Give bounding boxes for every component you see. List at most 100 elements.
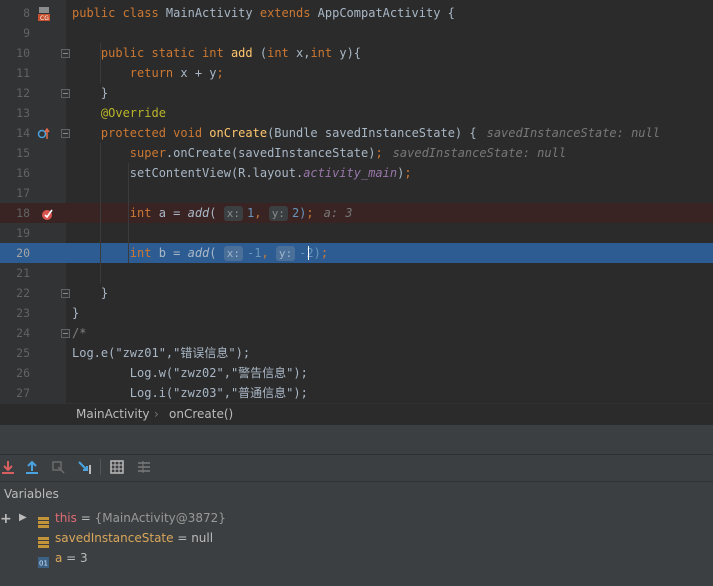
code-token: }: [72, 286, 109, 300]
fold-marker-icon[interactable]: [61, 89, 70, 98]
code-line[interactable]: 27 Log.i("zwz03","普通信息");: [0, 383, 713, 403]
param-hint: x:: [223, 246, 243, 261]
variable-eq: =: [173, 531, 192, 545]
code-token: ;: [404, 166, 412, 180]
variables-header: Variables: [0, 481, 713, 509]
code-token: super: [72, 146, 166, 160]
code-token: }: [72, 306, 80, 320]
code-text: Log.w("zwz02","警告信息");: [72, 363, 308, 383]
line-number: 19: [16, 226, 30, 240]
code-line[interactable]: 12 }: [0, 83, 713, 103]
code-token: Log.w("zwz02","警告信息");: [72, 366, 308, 380]
fold-marker-icon[interactable]: [61, 49, 70, 58]
indent-guide: [100, 143, 101, 283]
line-number: 14: [16, 126, 30, 140]
code-line[interactable]: 20 int b = add( x: -1, y: -2);: [0, 243, 713, 263]
code-text: return x + y;: [72, 63, 224, 83]
step-out-icon[interactable]: [24, 459, 40, 475]
variable-row-a[interactable]: 01 a = 3: [0, 548, 713, 568]
code-line[interactable]: 26 Log.w("zwz02","警告信息");: [0, 363, 713, 383]
trace-icon[interactable]: [136, 459, 152, 475]
fold-marker-icon[interactable]: [61, 329, 70, 338]
breadcrumb-method[interactable]: onCreate(): [169, 407, 233, 421]
code-token: Log.e("zwz01","错误信息");: [72, 346, 251, 360]
code-text: setContentView(R.layout.activity_main);: [72, 163, 412, 183]
variable-row-this[interactable]: ▶ this = {MainActivity@3872}: [0, 508, 713, 528]
code-text: protected void onCreate(Bundle savedInst…: [72, 123, 660, 143]
code-line[interactable]: 25 Log.e("zwz01","错误信息");: [0, 343, 713, 363]
toolbar-separator: [100, 459, 101, 475]
code-token: b =: [158, 246, 188, 260]
line-number: 27: [16, 386, 30, 400]
code-line[interactable]: 9: [0, 23, 713, 43]
code-text: }: [72, 83, 108, 103]
code-token: x,: [296, 46, 311, 60]
line-number: 24: [16, 326, 30, 340]
line-number: 23: [16, 306, 30, 320]
code-text: int a = add( x: 1, y: 2); a: 3: [72, 203, 353, 223]
class-icon[interactable]: CG: [37, 6, 51, 22]
line-number: 17: [16, 186, 30, 200]
code-line[interactable]: 21: [0, 263, 713, 283]
breadcrumb-class[interactable]: MainActivity: [76, 407, 150, 421]
code-token: int: [72, 246, 159, 260]
run-to-cursor-icon[interactable]: [77, 459, 93, 475]
line-number: 20: [16, 246, 30, 260]
code-line[interactable]: 14 protected void onCreate(Bundle savedI…: [0, 123, 713, 143]
line-number: 15: [16, 146, 30, 160]
line-number: 22: [16, 286, 30, 300]
expand-arrow-icon[interactable]: ▶: [19, 508, 27, 528]
code-token: (: [259, 46, 268, 60]
svg-text:01: 01: [39, 560, 48, 568]
variable-eq: =: [76, 511, 95, 525]
line-number: 16: [16, 166, 30, 180]
code-token: ;: [216, 66, 224, 80]
code-token: Log.i("zwz03","普通信息");: [72, 386, 308, 400]
fold-marker-icon[interactable]: [61, 289, 70, 298]
code-token: x + y: [180, 66, 217, 80]
code-token: add: [187, 246, 210, 260]
inline-value-hint: savedInstanceState: null: [486, 126, 660, 140]
code-token: 2): [291, 206, 307, 220]
code-line[interactable]: 22 }: [0, 283, 713, 303]
code-token: -2): [299, 246, 321, 260]
code-editor[interactable]: 8 public class MainActivity extends AppCo…: [0, 0, 713, 403]
panel-divider: [0, 425, 713, 454]
code-token: .onCreate(savedInstanceState): [165, 146, 376, 160]
code-token: @Override: [72, 106, 166, 120]
param-hint: y:: [275, 246, 296, 261]
drop-frame-icon[interactable]: [50, 459, 66, 475]
code-text: Log.i("zwz03","普通信息");: [72, 383, 308, 403]
code-token: ,: [261, 246, 276, 260]
variable-row-savedInstanceState[interactable]: savedInstanceState = null: [0, 528, 713, 548]
code-line[interactable]: 15 super.onCreate(savedInstanceState); sa…: [0, 143, 713, 163]
code-token: int: [72, 206, 159, 220]
code-token: ,: [254, 206, 269, 220]
code-line[interactable]: 17: [0, 183, 713, 203]
code-token: (: [209, 246, 224, 260]
code-text: /*: [72, 323, 86, 343]
code-line[interactable]: 24 /*: [0, 323, 713, 343]
code-line[interactable]: 10 public static int add (int x,int y){: [0, 43, 713, 63]
code-line[interactable]: 18 int a = add( x: 1, y: 2); a: 3: [0, 203, 713, 223]
code-token: }: [72, 86, 109, 100]
variables-tree[interactable]: + ▶ this = {MainActivity@3872} savedInst…: [0, 508, 713, 586]
evaluate-icon[interactable]: [109, 459, 125, 475]
fold-marker-icon[interactable]: [61, 129, 70, 138]
code-line[interactable]: 23}: [0, 303, 713, 323]
variable-value: null: [191, 531, 214, 545]
code-token: public static int: [72, 46, 231, 60]
breadcrumb-separator: ›: [154, 407, 159, 421]
step-into-icon[interactable]: [0, 459, 16, 475]
code-line[interactable]: 13 @Override: [0, 103, 713, 123]
override-icon[interactable]: [37, 126, 51, 140]
breakpoint-icon[interactable]: [40, 206, 54, 220]
primitive-icon: 01: [38, 552, 49, 572]
code-line[interactable]: 11 return x + y;: [0, 63, 713, 83]
code-token: onCreate: [209, 126, 268, 140]
code-line[interactable]: 16 setContentView(R.layout.activity_main…: [0, 163, 713, 183]
param-hint: x:: [223, 206, 243, 221]
code-line[interactable]: 19: [0, 223, 713, 243]
inline-value-hint: a: 3: [323, 206, 353, 220]
code-line[interactable]: 8 public class MainActivity extends AppCo…: [0, 3, 713, 23]
